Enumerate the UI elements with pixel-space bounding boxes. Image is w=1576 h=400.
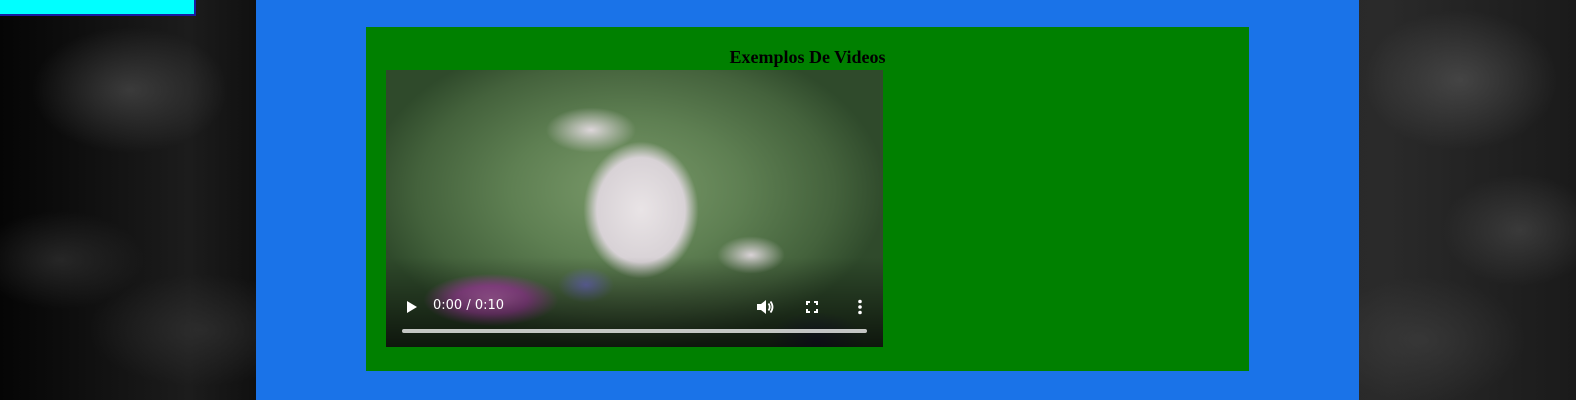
video-panel: Exemplos De Videos 0:00 / 0:10: [366, 27, 1249, 371]
time-separator: /: [466, 298, 475, 313]
top-left-cyan-box: [0, 0, 196, 16]
current-time: 0:00: [433, 298, 463, 313]
fullscreen-button[interactable]: [800, 295, 824, 319]
play-icon: [407, 301, 417, 313]
video-player[interactable]: 0:00 / 0:10: [386, 70, 883, 347]
fullscreen-icon: [806, 301, 818, 313]
more-vert-icon: [858, 299, 862, 315]
progress-bar[interactable]: [402, 329, 867, 333]
time-display: 0:00 / 0:10: [433, 298, 504, 314]
play-button[interactable]: [400, 296, 422, 318]
volume-icon: [757, 300, 774, 314]
video-controls: 0:00 / 0:10: [386, 287, 883, 347]
main-column: Exemplos De Videos 0:00 / 0:10: [256, 0, 1359, 400]
duration: 0:10: [474, 298, 505, 313]
more-options-button[interactable]: [848, 295, 872, 319]
section-title: Exemplos De Videos: [729, 47, 886, 67]
volume-button[interactable]: [753, 295, 777, 319]
